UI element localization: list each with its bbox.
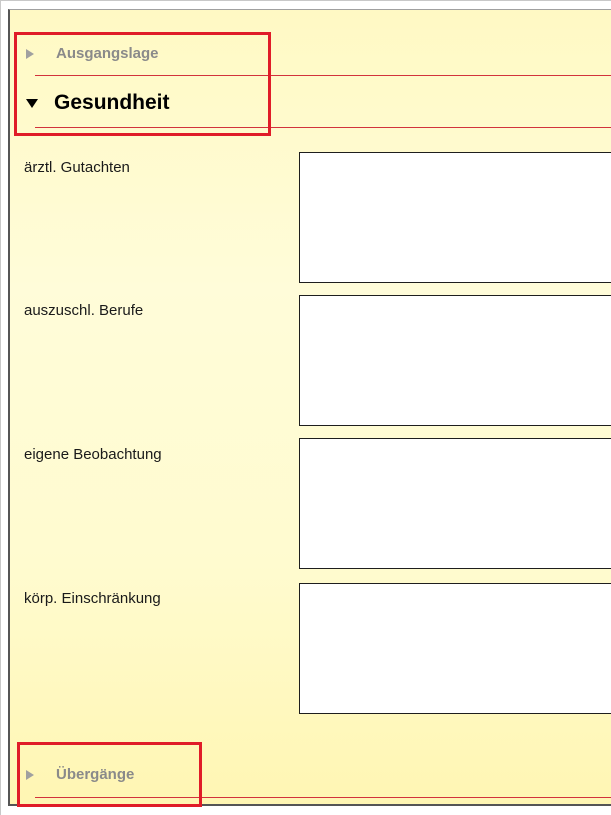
field-label-auszuschl-berufe: auszuschl. Berufe — [24, 302, 144, 319]
field-eigene-beobachtung-input[interactable] — [299, 438, 611, 569]
field-label-eigene-beobachtung: eigene Beobachtung — [24, 446, 162, 463]
field-auszuschl-berufe-input[interactable] — [299, 295, 611, 426]
field-label-koerp-einschraenkung: körp. Einschränkung — [24, 590, 161, 607]
field-label-aerztl-gutachten: ärztl. Gutachten — [24, 159, 130, 176]
field-koerp-einschraenkung-input[interactable] — [299, 583, 611, 714]
highlight-box-top — [14, 32, 271, 136]
field-aerztl-gutachten-input[interactable] — [299, 152, 611, 283]
highlight-box-bottom — [17, 742, 202, 807]
